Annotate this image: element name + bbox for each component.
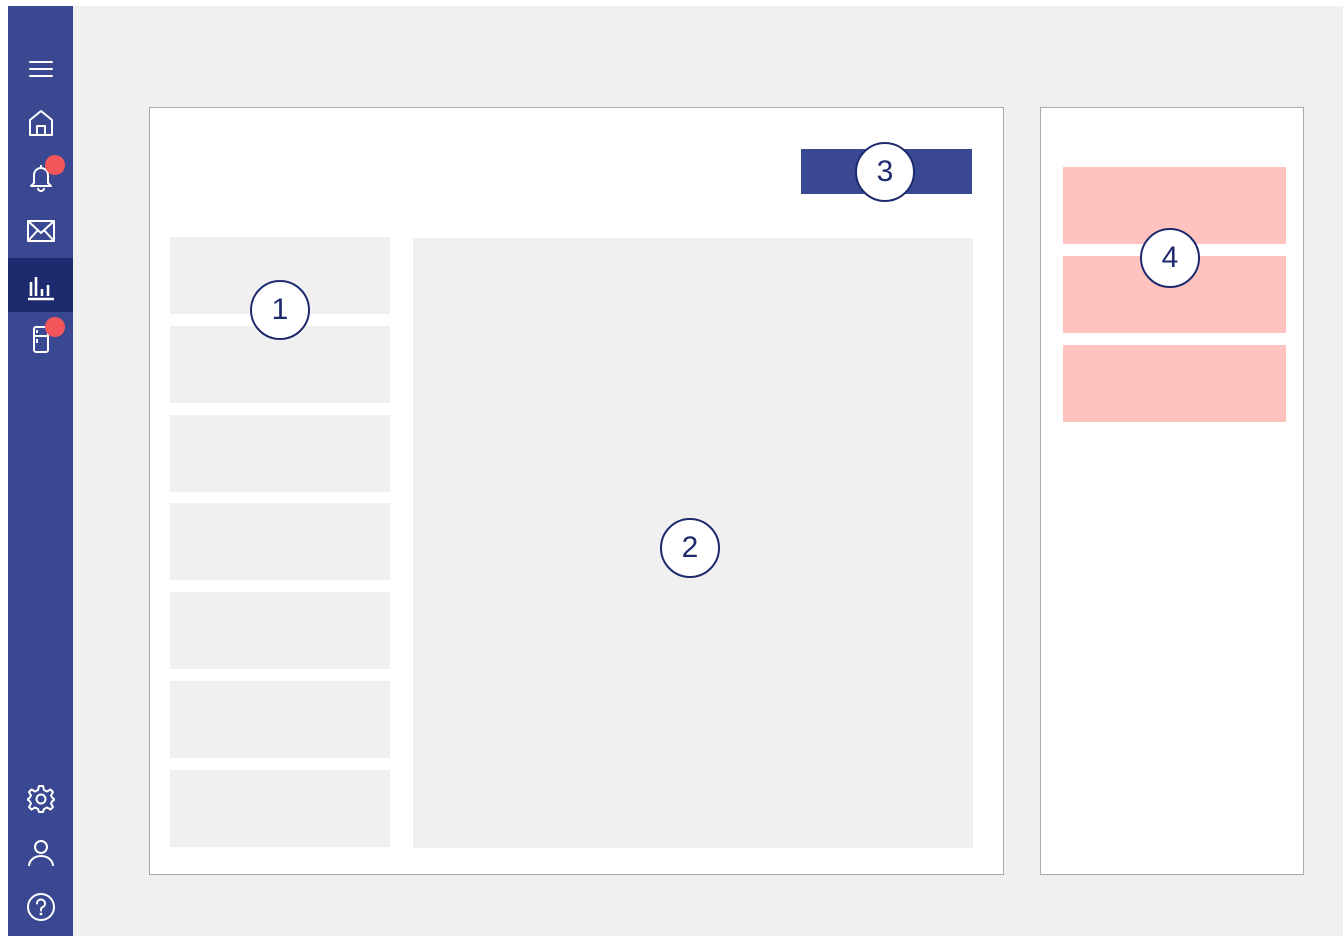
sidebar-item-devices[interactable] (8, 312, 73, 366)
list-item[interactable] (170, 592, 390, 669)
sidebar-item-settings[interactable] (8, 772, 73, 826)
user-icon (27, 840, 54, 867)
mail-icon (26, 220, 55, 242)
list-item[interactable] (170, 770, 390, 847)
list-item[interactable] (170, 415, 390, 492)
side-panel (1040, 107, 1304, 875)
sidebar-nav (8, 6, 73, 936)
sidebar-item-profile[interactable] (8, 826, 73, 880)
sidebar-item-menu[interactable] (8, 42, 73, 96)
sidebar-item-home[interactable] (8, 96, 73, 150)
home-icon (28, 110, 53, 136)
sidebar-item-mail[interactable] (8, 204, 73, 258)
callout-content: 2 (660, 518, 720, 578)
help-icon (26, 893, 55, 921)
notification-badge (44, 155, 65, 175)
list-item[interactable] (170, 681, 390, 758)
sidebar-item-notifications[interactable] (8, 150, 73, 204)
menu-icon (28, 61, 53, 77)
sidebar-item-analytics[interactable] (8, 258, 73, 312)
gear-icon (26, 785, 55, 813)
callout-button: 3 (855, 142, 915, 202)
callout-list: 1 (250, 280, 310, 340)
sidebar-item-help[interactable] (8, 880, 73, 934)
chart-icon (27, 277, 54, 301)
screen: 1 2 3 4 (0, 0, 1343, 936)
list-item[interactable] (170, 503, 390, 580)
devices-badge (44, 317, 65, 337)
side-card[interactable] (1063, 345, 1286, 422)
main-panel (149, 107, 1004, 875)
callout-side-cards: 4 (1140, 228, 1200, 288)
